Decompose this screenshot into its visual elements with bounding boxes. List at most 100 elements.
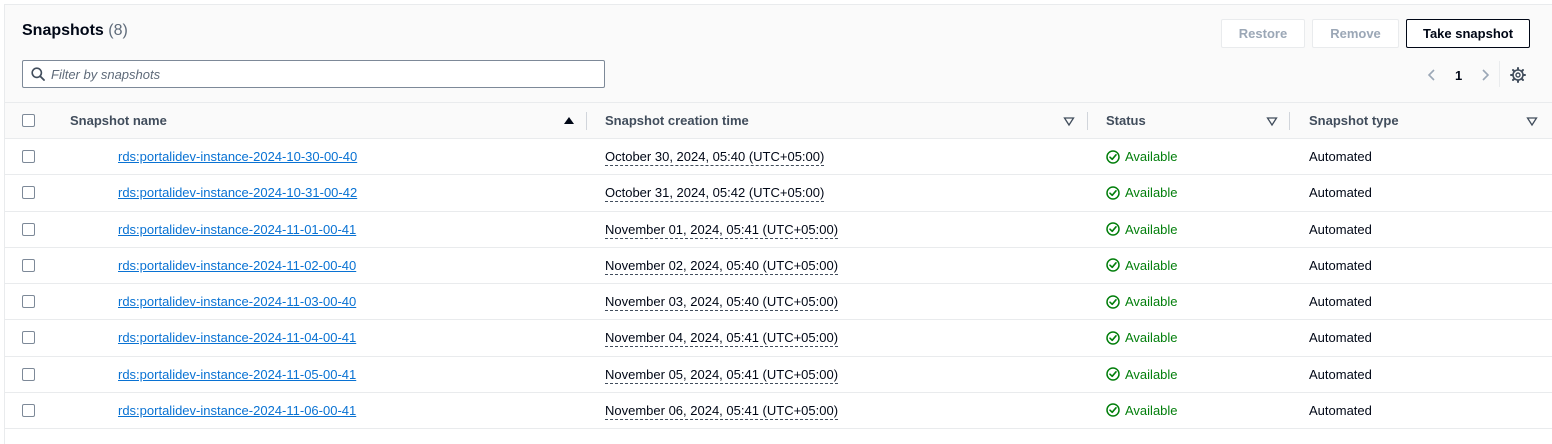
- check-circle-icon: [1106, 403, 1120, 417]
- row-checkbox[interactable]: [22, 222, 35, 236]
- status-text: Available: [1125, 185, 1178, 201]
- search-input[interactable]: [51, 64, 591, 84]
- row-checkbox[interactable]: [22, 186, 35, 200]
- creation-time-cell: November 05, 2024, 05:41 (UTC+05:00): [587, 356, 1088, 393]
- creation-time[interactable]: October 31, 2024, 05:42 (UTC+05:00): [605, 185, 825, 203]
- status-badge: Available: [1106, 367, 1178, 382]
- status-cell: Available: [1088, 283, 1290, 321]
- gear-icon[interactable]: [1510, 67, 1526, 83]
- table-row[interactable]: rds:portalidev-instance-2024-11-05-00-41…: [5, 356, 1552, 393]
- status-cell: Available: [1088, 138, 1290, 176]
- table-row[interactable]: rds:portalidev-instance-2024-11-01-00-41…: [5, 211, 1552, 248]
- creation-time[interactable]: November 03, 2024, 05:40 (UTC+05:00): [605, 294, 839, 311]
- status-badge: Available: [1106, 149, 1178, 164]
- status-cell: Available: [1088, 356, 1290, 393]
- check-circle-icon: [1106, 367, 1120, 381]
- snapshot-name-link[interactable]: rds:portalidev-instance-2024-11-05-00-41: [118, 367, 356, 382]
- creation-time[interactable]: November 04, 2024, 05:41 (UTC+05:00): [605, 330, 839, 348]
- remove-button[interactable]: Remove: [1312, 19, 1399, 48]
- table-row[interactable]: rds:portalidev-instance-2024-11-03-00-40…: [5, 283, 1552, 321]
- column-header-status[interactable]: Status: [1088, 102, 1290, 139]
- snapshot-name-cell: rds:portalidev-instance-2024-11-01-00-41: [53, 211, 587, 248]
- snapshot-type: Automated: [1309, 257, 1372, 273]
- status-text: Available: [1125, 221, 1178, 237]
- snapshot-name-cell: rds:portalidev-instance-2024-10-30-00-40: [53, 138, 587, 176]
- row-checkbox[interactable]: [22, 258, 35, 272]
- chevron-left-icon[interactable]: [1425, 68, 1439, 82]
- creation-time-cell: October 30, 2024, 05:40 (UTC+05:00): [587, 138, 1088, 176]
- search-field[interactable]: [22, 60, 605, 88]
- creation-time[interactable]: November 05, 2024, 05:41 (UTC+05:00): [605, 367, 839, 384]
- status-cell: Available: [1088, 211, 1290, 248]
- snapshot-name-link[interactable]: rds:portalidev-instance-2024-10-31-00-42: [118, 185, 357, 200]
- row-checkbox[interactable]: [22, 150, 35, 163]
- page-title: Snapshots (8): [22, 22, 128, 40]
- table-row[interactable]: rds:portalidev-instance-2024-11-06-00-41…: [5, 392, 1552, 430]
- snapshot-name-link[interactable]: rds:portalidev-instance-2024-11-04-00-41: [118, 330, 356, 345]
- creation-time-cell: October 31, 2024, 05:42 (UTC+05:00): [587, 174, 1088, 212]
- table-row[interactable]: rds:portalidev-instance-2024-10-30-00-40…: [5, 138, 1552, 176]
- search-icon: [31, 67, 45, 81]
- snapshot-name-cell: rds:portalidev-instance-2024-11-04-00-41: [53, 319, 587, 357]
- table-row[interactable]: rds:portalidev-instance-2024-11-04-00-41…: [5, 319, 1552, 357]
- creation-time-cell: November 02, 2024, 05:40 (UTC+05:00): [587, 247, 1088, 285]
- row-select-cell: [5, 247, 53, 285]
- creation-time[interactable]: November 02, 2024, 05:40 (UTC+05:00): [605, 258, 839, 275]
- row-checkbox[interactable]: [22, 331, 35, 345]
- status-text: Available: [1125, 149, 1178, 164]
- row-select-cell: [5, 356, 53, 393]
- title-text: Snapshots: [22, 22, 104, 39]
- table-row[interactable]: rds:portalidev-instance-2024-10-31-00-42…: [5, 174, 1552, 212]
- snapshot-type: Automated: [1309, 366, 1372, 382]
- snapshot-name-link[interactable]: rds:portalidev-instance-2024-11-06-00-41: [118, 403, 356, 418]
- snapshot-type-cell: Automated: [1290, 392, 1552, 430]
- status-text: Available: [1125, 257, 1178, 273]
- take-snapshot-button[interactable]: Take snapshot: [1406, 19, 1530, 48]
- status-text: Available: [1125, 330, 1178, 346]
- row-select-cell: [5, 283, 53, 321]
- column-header-creation-time[interactable]: Snapshot creation time: [587, 102, 1088, 139]
- select-all-checkbox[interactable]: [22, 114, 35, 127]
- table-row[interactable]: rds:portalidev-instance-2024-11-02-00-40…: [5, 247, 1552, 285]
- row-checkbox[interactable]: [22, 403, 35, 417]
- creation-time[interactable]: November 01, 2024, 05:41 (UTC+05:00): [605, 222, 839, 239]
- snapshot-type-cell: Automated: [1290, 319, 1552, 357]
- creation-time-cell: November 06, 2024, 05:41 (UTC+05:00): [587, 392, 1088, 430]
- row-checkbox[interactable]: [22, 295, 35, 308]
- column-header-creation-time-label: Snapshot creation time: [605, 113, 749, 128]
- column-header-name[interactable]: Snapshot name: [53, 102, 587, 139]
- check-circle-icon: [1106, 294, 1120, 309]
- creation-time-cell: November 01, 2024, 05:41 (UTC+05:00): [587, 211, 1088, 248]
- snapshot-name-link[interactable]: rds:portalidev-instance-2024-11-02-00-40: [118, 258, 356, 273]
- creation-time-cell: November 04, 2024, 05:41 (UTC+05:00): [587, 319, 1088, 357]
- sort-icon: [1063, 117, 1075, 127]
- status-text: Available: [1125, 294, 1178, 309]
- snapshot-name-link[interactable]: rds:portalidev-instance-2024-11-03-00-40: [118, 294, 356, 309]
- snapshot-type-cell: Automated: [1290, 283, 1552, 321]
- snapshot-name-link[interactable]: rds:portalidev-instance-2024-10-30-00-40: [118, 149, 357, 164]
- sort-icon: [1526, 117, 1538, 127]
- creation-time[interactable]: November 06, 2024, 05:41 (UTC+05:00): [605, 403, 839, 420]
- status-badge: Available: [1106, 403, 1178, 418]
- snapshot-count: (8): [108, 22, 128, 39]
- status-badge: Available: [1106, 222, 1178, 237]
- snapshot-type-cell: Automated: [1290, 247, 1552, 285]
- status-cell: Available: [1088, 319, 1290, 357]
- current-page[interactable]: 1: [1455, 68, 1462, 83]
- status-cell: Available: [1088, 247, 1290, 285]
- column-header-type[interactable]: Snapshot type: [1290, 102, 1552, 139]
- row-checkbox[interactable]: [22, 367, 35, 381]
- snapshots-panel: Snapshots (8) Restore Remove Take snapsh…: [4, 4, 1552, 444]
- check-circle-icon: [1106, 186, 1120, 200]
- restore-button[interactable]: Restore: [1221, 19, 1305, 48]
- snapshots-table: Snapshot name Snapshot creation time Sta…: [5, 102, 1552, 430]
- creation-time[interactable]: October 30, 2024, 05:40 (UTC+05:00): [605, 149, 825, 166]
- sort-ascending-icon: [564, 117, 574, 124]
- status-cell: Available: [1088, 392, 1290, 430]
- check-circle-icon: [1106, 149, 1120, 164]
- creation-time-cell: November 03, 2024, 05:40 (UTC+05:00): [587, 283, 1088, 321]
- row-select-cell: [5, 174, 53, 212]
- chevron-right-icon[interactable]: [1478, 68, 1492, 82]
- snapshot-name-link[interactable]: rds:portalidev-instance-2024-11-01-00-41: [118, 222, 356, 237]
- select-all-header: [5, 102, 53, 139]
